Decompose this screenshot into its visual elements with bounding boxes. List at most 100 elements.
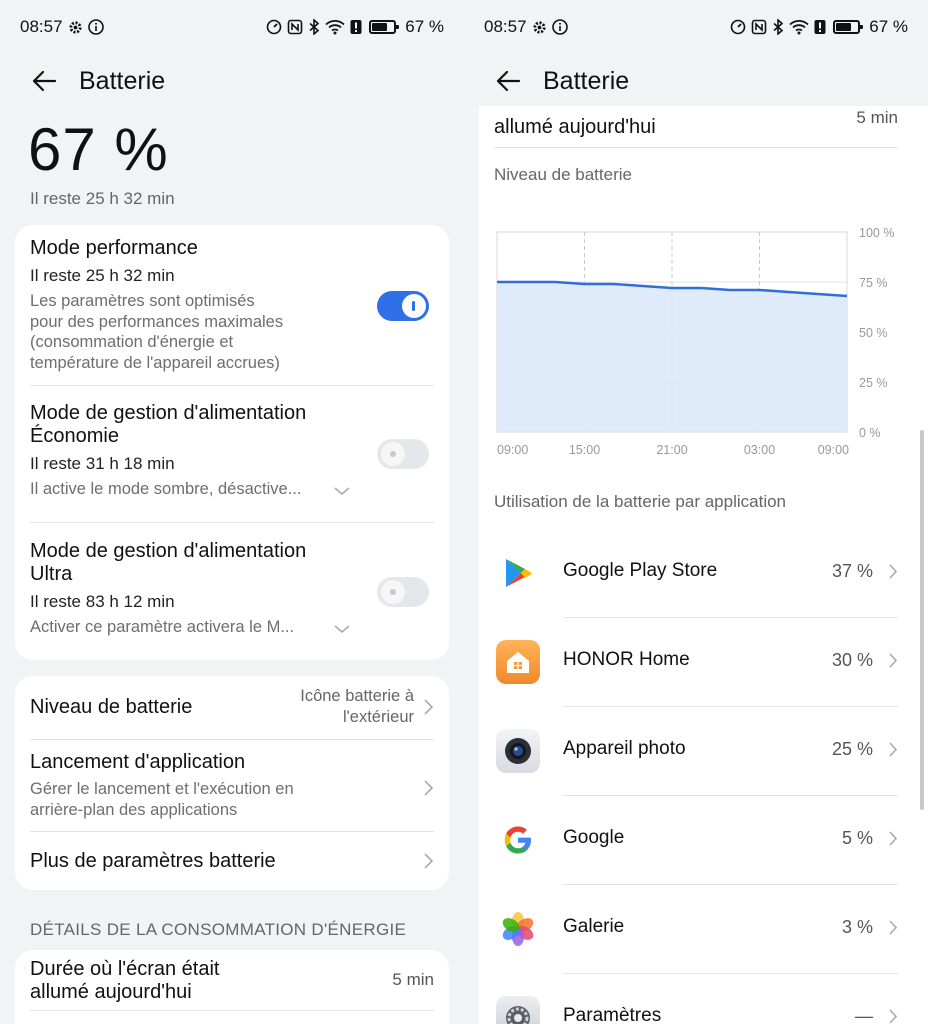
- mode-desc-line: (consommation d'énergie et: [30, 333, 234, 351]
- row-desc-line: arrière-plan des applications: [30, 800, 238, 819]
- y-tick-label: 75 %: [859, 276, 888, 290]
- mode-remaining: Il reste 25 h 32 min: [30, 266, 175, 285]
- battery-usage-screen: 08:57 67 % Batterie allumé aujourd'hui 5…: [464, 0, 928, 1024]
- divider: [30, 739, 434, 740]
- screen-on-label-partial: allumé aujourd'hui: [494, 116, 656, 138]
- app-usage-pct: 30 %: [831, 650, 873, 670]
- app-name: Galerie: [563, 916, 625, 937]
- app-name: HONOR Home: [563, 649, 690, 670]
- y-tick-label: 25 %: [859, 376, 888, 390]
- x-tick-label: 09:00: [818, 443, 849, 457]
- battery-level-chart: 100 % 75 % 50 % 25 % 0 % 09:00 15:00 21:00 03:00…: [496, 226, 894, 457]
- ultra-toggle[interactable]: [377, 577, 429, 607]
- mode-desc-line: température de l'appareil accrues): [30, 353, 280, 372]
- gallery-icon: [496, 907, 540, 951]
- divider: [30, 1010, 434, 1011]
- x-tick-label: 09:00: [497, 443, 528, 457]
- status-time: 08:57: [20, 17, 63, 36]
- battery-settings-card: Niveau de batterie Icône batterie à l'ex…: [15, 676, 449, 890]
- chevron-right-icon: [424, 699, 434, 715]
- mode-desc: Il active le mode sombre, désactive...: [30, 480, 302, 498]
- power-modes-card: Mode performance Il reste 25 h 32 min Le…: [15, 225, 449, 660]
- app-name: Google Play Store: [563, 560, 718, 581]
- chevron-right-icon: [889, 653, 898, 668]
- mode-desc-line: pour des performances maximales: [30, 312, 284, 331]
- camera-icon: [496, 729, 540, 773]
- speedometer-icon: [730, 19, 746, 35]
- chevron-right-icon: [889, 920, 898, 935]
- mode-economy[interactable]: Mode de gestion d'alimentation Économie …: [30, 402, 434, 500]
- battery-level-row[interactable]: Niveau de batterie Icône batterie à l'ex…: [30, 676, 434, 738]
- toggle-knob: [381, 580, 405, 604]
- more-battery-settings-row[interactable]: Plus de paramètres batterie: [30, 832, 434, 890]
- back-arrow-icon[interactable]: [494, 67, 522, 95]
- row-label: Plus de paramètres batterie: [30, 850, 276, 872]
- chart-section-title: Niveau de batterie: [494, 165, 632, 184]
- toggle-knob: [381, 442, 405, 466]
- battery-icon: [833, 20, 864, 34]
- app-usage-pct: 37 %: [831, 561, 873, 581]
- mode-ultra[interactable]: Mode de gestion d'alimentation Ultra Il …: [30, 540, 434, 638]
- alert-icon: [350, 19, 362, 35]
- chevron-right-icon: [889, 831, 898, 846]
- info-icon: [551, 19, 568, 35]
- chevron-right-icon: [889, 1009, 898, 1024]
- performance-toggle[interactable]: [377, 291, 429, 321]
- app-usage-row[interactable]: Paramètres —: [479, 974, 928, 1024]
- alert-icon: [814, 19, 826, 35]
- back-arrow-icon[interactable]: [30, 67, 58, 95]
- bluetooth-icon: [772, 19, 784, 35]
- app-usage-row[interactable]: Google 5 %: [479, 796, 928, 885]
- mode-title-line: Mode de gestion d'alimentation: [30, 402, 307, 424]
- divider: [30, 385, 434, 386]
- mode-remaining: Il reste 83 h 12 min: [30, 592, 175, 611]
- mode-remaining: Il reste 31 h 18 min: [30, 454, 175, 473]
- battery-percentage: 67 %: [28, 116, 169, 183]
- nfc-icon: [287, 19, 303, 35]
- info-icon: [87, 19, 104, 35]
- app-usage-pct: —: [855, 1006, 873, 1024]
- honor-home-icon: [496, 640, 540, 684]
- app-header: Batterie: [464, 56, 928, 106]
- mode-title: Mode performance: [30, 237, 198, 259]
- mode-performance[interactable]: Mode performance Il reste 25 h 32 min Le…: [30, 237, 434, 373]
- row-value-line: Icône batterie à: [300, 687, 414, 705]
- details-card: Durée où l'écran était allumé aujourd'hu…: [15, 950, 449, 1024]
- status-battery-pct: 67 %: [405, 17, 444, 36]
- chevron-down-icon[interactable]: [333, 623, 351, 635]
- toggle-knob: [402, 294, 426, 318]
- status-bar: 08:57 67 %: [0, 0, 464, 54]
- scrollbar[interactable]: [920, 430, 924, 810]
- y-tick-label: 100 %: [859, 226, 894, 240]
- app-usage-pct: 25 %: [831, 739, 873, 759]
- usage-section-title: Utilisation de la batterie par applicati…: [494, 492, 787, 511]
- gear-icon: [68, 20, 83, 35]
- divider: [30, 522, 434, 523]
- app-name: Google: [563, 827, 625, 848]
- mode-title-line: Mode de gestion d'alimentation: [30, 540, 307, 562]
- mode-desc: Activer ce paramètre activera le M...: [30, 618, 295, 636]
- app-usage-row[interactable]: HONOR Home 30 %: [479, 618, 928, 707]
- row-label: Lancement d'application: [30, 751, 246, 773]
- chevron-right-icon: [424, 780, 434, 796]
- section-header: DÉTAILS DE LA CONSOMMATION D'ÉNERGIE: [30, 920, 407, 939]
- google-play-icon: [496, 551, 540, 595]
- battery-level-area: [497, 282, 847, 432]
- app-usage-pct: 3 %: [841, 917, 873, 937]
- app-header: Batterie: [0, 56, 464, 106]
- chevron-down-icon[interactable]: [333, 485, 351, 497]
- app-usage-row[interactable]: Appareil photo 25 %: [479, 707, 928, 796]
- gear-icon: [532, 20, 547, 35]
- app-usage-row[interactable]: Google Play Store 37 %: [479, 529, 928, 618]
- page-title: Batterie: [79, 66, 166, 95]
- battery-settings-screen: 08:57 67 % Batterie 67 % Il reste 25 h 3…: [0, 0, 464, 1024]
- economy-toggle[interactable]: [377, 439, 429, 469]
- app-launch-row[interactable]: Lancement d'application Gérer le lanceme…: [30, 751, 434, 826]
- scroll-content[interactable]: allumé aujourd'hui 5 min Niveau de batte…: [479, 106, 928, 1024]
- x-tick-label: 15:00: [569, 443, 600, 457]
- app-usage-pct: 5 %: [841, 828, 873, 848]
- speedometer-icon: [266, 19, 282, 35]
- page-title: Batterie: [543, 66, 630, 95]
- screen-on-row: Durée où l'écran était allumé aujourd'hu…: [30, 958, 434, 1004]
- app-usage-row[interactable]: Galerie 3 %: [479, 885, 928, 974]
